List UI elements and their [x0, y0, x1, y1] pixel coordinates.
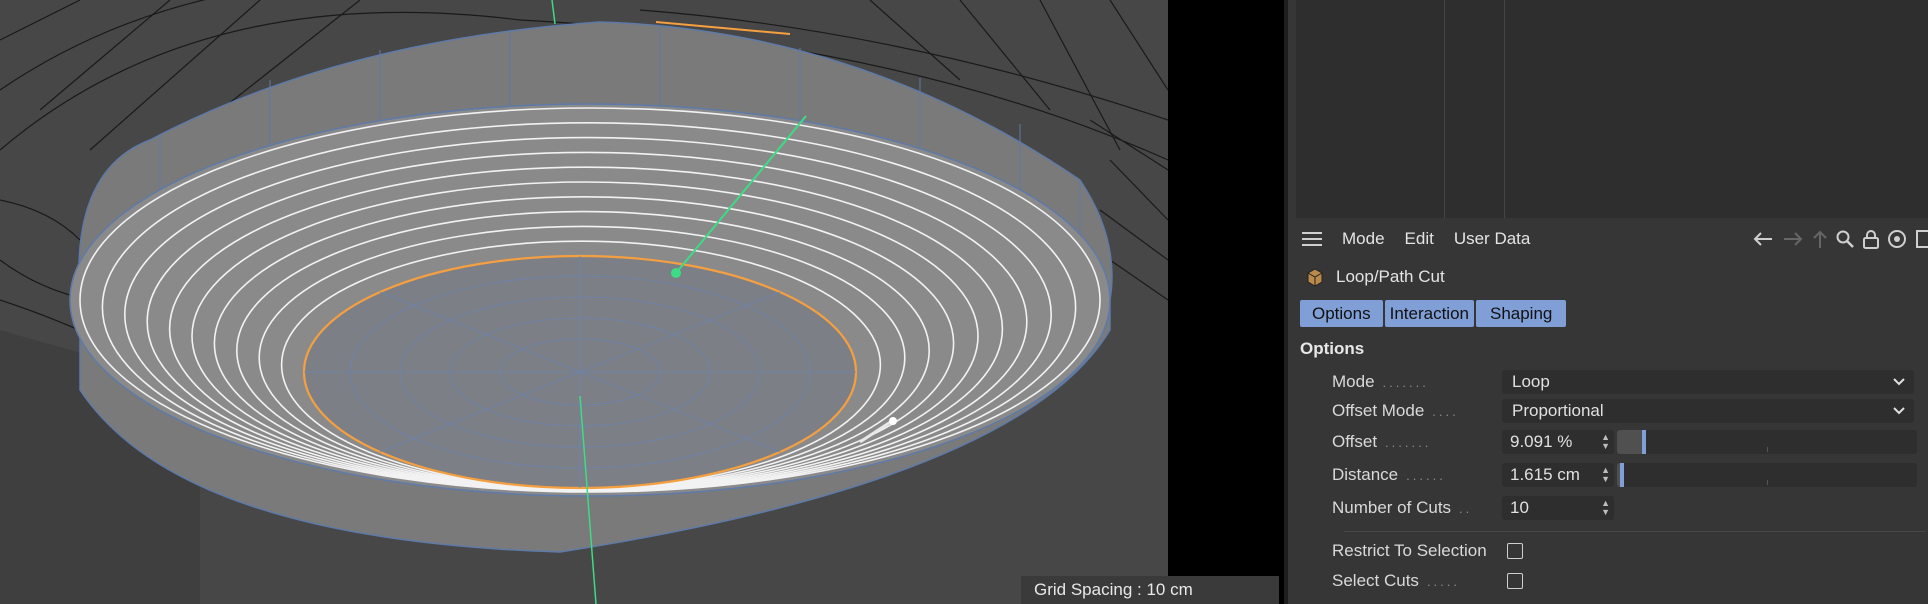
menu-user-data[interactable]: User Data	[1454, 229, 1531, 249]
viewport-border	[1168, 0, 1284, 604]
distance-slider[interactable]	[1617, 463, 1917, 487]
forward-arrow-icon[interactable]	[1780, 229, 1806, 249]
cut-slider-knob[interactable]	[889, 417, 897, 425]
cuts-label: Number of Cuts..	[1332, 498, 1473, 517]
restrict-checkbox[interactable]	[1507, 543, 1523, 559]
column-divider	[1444, 0, 1445, 218]
tab-interaction[interactable]: Interaction	[1384, 300, 1474, 327]
offset-row: Offset....... 9.091 % ▲ ▼	[1332, 429, 1928, 455]
new-panel-icon[interactable]	[1914, 228, 1928, 250]
tool-title-row: Loop/Path Cut	[1304, 264, 1445, 290]
stepper-arrows-icon[interactable]: ▲ ▼	[1601, 466, 1610, 484]
section-header-options: Options	[1300, 339, 1365, 358]
viewport-3d[interactable]	[0, 0, 1168, 604]
back-arrow-icon[interactable]	[1750, 229, 1776, 249]
grid-spacing-hud: Grid Spacing : 10 cm	[1021, 576, 1279, 604]
axis-handle-dot[interactable]	[671, 268, 681, 278]
tab-shaping[interactable]: Shaping	[1475, 300, 1567, 327]
mode-row: Mode....... Loop	[1332, 369, 1928, 395]
attributes-menubar: Mode Edit User Data	[1288, 224, 1928, 254]
chevron-down-icon	[1893, 378, 1905, 386]
right-panel: Mode Edit User Data Loop/Path Cut Option…	[1288, 0, 1928, 604]
offset-input[interactable]: 9.091 % ▲ ▼	[1502, 430, 1614, 454]
loop-cut-tool-icon	[1307, 268, 1323, 287]
mode-label: Mode.......	[1332, 372, 1429, 391]
attributes-toolbar	[1750, 224, 1928, 254]
tab-options[interactable]: Options	[1300, 300, 1383, 327]
offset-mode-label: Offset Mode....	[1332, 401, 1459, 420]
tab-bar: Options Interaction Shaping	[1300, 300, 1567, 327]
stepper-arrows-icon[interactable]: ▲ ▼	[1601, 433, 1610, 451]
offset-mode-select[interactable]: Proportional	[1502, 399, 1914, 423]
cuts-row: Number of Cuts.. 10 ▲ ▼	[1332, 495, 1928, 521]
cuts-input[interactable]: 10 ▲ ▼	[1502, 496, 1614, 520]
select-cuts-row: Select Cuts.....	[1332, 568, 1928, 594]
viewport-scene[interactable]	[0, 0, 1168, 604]
axis-line-top	[551, 0, 556, 25]
select-cuts-checkbox[interactable]	[1507, 573, 1523, 589]
tool-title: Loop/Path Cut	[1336, 267, 1445, 286]
search-icon[interactable]	[1834, 228, 1856, 250]
column-divider	[1504, 0, 1505, 218]
lock-icon[interactable]	[1860, 228, 1882, 250]
distance-input[interactable]: 1.615 cm ▲ ▼	[1502, 463, 1614, 487]
offset-mode-row: Offset Mode.... Proportional	[1332, 398, 1928, 424]
restrict-row: Restrict To Selection	[1332, 538, 1928, 564]
chevron-down-icon	[1893, 407, 1905, 415]
up-arrow-icon[interactable]	[1810, 228, 1830, 250]
separator	[1344, 531, 1926, 532]
distance-label: Distance......	[1332, 465, 1446, 484]
hamburger-menu-icon[interactable]	[1302, 232, 1322, 246]
distance-row: Distance...... 1.615 cm ▲ ▼	[1332, 462, 1928, 488]
target-icon[interactable]	[1886, 228, 1910, 250]
select-cuts-label: Select Cuts.....	[1332, 571, 1460, 590]
offset-label: Offset.......	[1332, 432, 1432, 451]
grid-spacing-text: Grid Spacing : 10 cm	[1034, 580, 1193, 599]
object-manager[interactable]	[1296, 0, 1928, 218]
mode-select[interactable]: Loop	[1502, 370, 1914, 394]
restrict-label: Restrict To Selection	[1332, 541, 1487, 560]
stepper-arrows-icon[interactable]: ▲ ▼	[1601, 499, 1610, 517]
menu-mode[interactable]: Mode	[1342, 229, 1385, 249]
offset-slider[interactable]	[1617, 430, 1917, 454]
menu-edit[interactable]: Edit	[1405, 229, 1434, 249]
